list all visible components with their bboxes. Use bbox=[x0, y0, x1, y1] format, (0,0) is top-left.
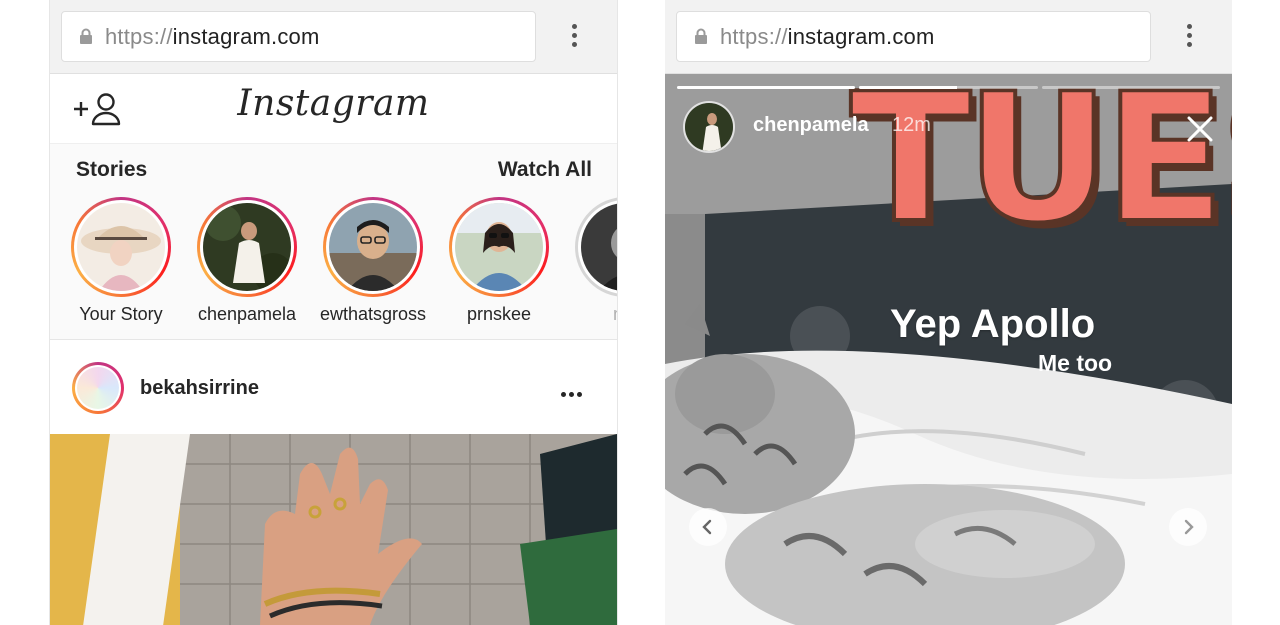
close-icon[interactable] bbox=[1185, 114, 1215, 144]
story-progress bbox=[677, 86, 1220, 89]
url-scheme: https:// bbox=[105, 24, 173, 49]
previous-story-button[interactable] bbox=[689, 508, 727, 546]
story-chenpamela[interactable]: chenpamela bbox=[184, 197, 310, 325]
url-text: https://instagram.com bbox=[720, 24, 935, 50]
watch-all-button[interactable]: Watch All bbox=[498, 158, 592, 182]
story-label: Your Story bbox=[79, 304, 163, 324]
story-username[interactable]: chenpamela bbox=[753, 114, 869, 137]
story-ewthatsgross[interactable]: ewthatsgross bbox=[310, 197, 436, 325]
story-next[interactable]: mc bbox=[562, 197, 617, 325]
browser-toolbar: https://instagram.com bbox=[50, 0, 617, 74]
story-user-avatar[interactable] bbox=[683, 101, 735, 153]
story-content[interactable]: chenpamela 12m TUES Yep Apollo Me too bbox=[665, 74, 1232, 625]
browser-toolbar: https://instagram.com bbox=[665, 0, 1232, 74]
stories-heading: Stories bbox=[76, 158, 148, 181]
instagram-header: Instagram bbox=[50, 74, 617, 144]
progress-segment bbox=[859, 86, 1038, 89]
post-header: bekahsirrine bbox=[50, 340, 617, 434]
stories-tray: Stories Watch All Your Story chenpamela … bbox=[50, 144, 617, 340]
story-timestamp: 12m bbox=[892, 114, 931, 136]
progress-segment bbox=[677, 86, 856, 89]
chevron-right-icon bbox=[1184, 519, 1194, 535]
url-host: instagram.com bbox=[787, 24, 935, 49]
post-avatar[interactable] bbox=[72, 362, 124, 414]
story-avatar bbox=[77, 203, 165, 291]
next-story-button[interactable] bbox=[1169, 508, 1207, 546]
url-text: https://instagram.com bbox=[105, 24, 320, 50]
progress-segment bbox=[1041, 86, 1220, 89]
story-label: chenpamela bbox=[197, 304, 297, 324]
chevron-left-icon bbox=[702, 519, 712, 535]
post-username[interactable]: bekahsirrine bbox=[140, 377, 259, 400]
url-host: instagram.com bbox=[172, 24, 320, 49]
story-text-sticker: TUES bbox=[848, 74, 1232, 262]
story-avatar bbox=[455, 203, 543, 291]
story-label: ewthatsgross bbox=[319, 304, 427, 324]
story-your-story[interactable]: Your Story bbox=[58, 197, 184, 325]
story-avatar bbox=[329, 203, 417, 291]
story-label: mc bbox=[562, 304, 617, 325]
address-bar[interactable]: https://instagram.com bbox=[61, 11, 536, 62]
browser-menu-icon[interactable] bbox=[1177, 24, 1201, 52]
browser-menu-icon[interactable] bbox=[562, 24, 586, 52]
post-photo bbox=[50, 434, 617, 625]
story-label: prnskee bbox=[466, 304, 532, 324]
lock-icon bbox=[80, 28, 92, 44]
address-bar[interactable]: https://instagram.com bbox=[676, 11, 1151, 62]
instagram-logo: Instagram bbox=[237, 83, 430, 124]
story-viewer-screen: https://instagram.com chenpamela 12m TUE… bbox=[665, 0, 1232, 625]
story-subcaption: Me too bbox=[1038, 350, 1113, 376]
more-options-icon[interactable] bbox=[561, 384, 591, 397]
story-caption: Yep Apollo bbox=[890, 302, 1096, 346]
url-scheme: https:// bbox=[720, 24, 788, 49]
story-prnskee[interactable]: prnskee bbox=[436, 197, 562, 325]
story-avatar bbox=[203, 203, 291, 291]
lock-icon bbox=[695, 28, 707, 44]
story-avatar bbox=[581, 203, 617, 291]
feed-screen: https://instagram.com Instagram Stories … bbox=[49, 0, 618, 625]
